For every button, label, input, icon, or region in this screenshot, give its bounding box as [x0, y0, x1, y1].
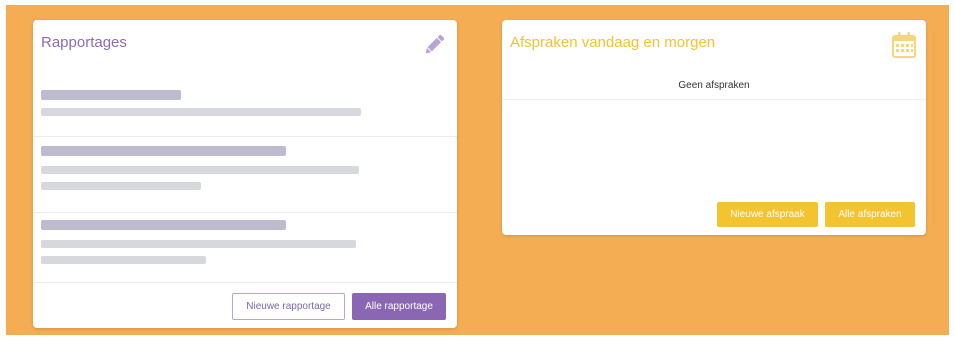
report-item[interactable] [41, 88, 449, 128]
report-item[interactable] [41, 144, 449, 204]
new-report-button[interactable]: Nieuwe rapportage [232, 293, 345, 320]
divider [33, 212, 457, 213]
all-reports-button[interactable]: Alle rapportage [352, 293, 446, 320]
reports-title: Rapportages [41, 34, 127, 51]
reports-card: Rapportages Nieuwe rapportage Alle rappo… [33, 20, 457, 328]
divider [33, 282, 457, 283]
appointments-title: Afspraken vandaag en morgen [510, 34, 716, 51]
calendar-icon[interactable] [891, 31, 917, 59]
new-appointment-button[interactable]: Nieuwe afspraak [717, 202, 818, 227]
divider [502, 99, 926, 100]
pencil-icon[interactable] [421, 32, 447, 58]
empty-state-text: Geen afspraken [678, 80, 750, 91]
dashboard-background: Rapportages Nieuwe rapportage Alle rappo… [6, 5, 949, 335]
all-appointments-button[interactable]: Alle afspraken [825, 202, 915, 227]
report-item[interactable] [41, 218, 449, 274]
appointments-card: Afspraken vandaag en morgen Geen afsprak… [502, 20, 926, 235]
divider [33, 136, 457, 137]
